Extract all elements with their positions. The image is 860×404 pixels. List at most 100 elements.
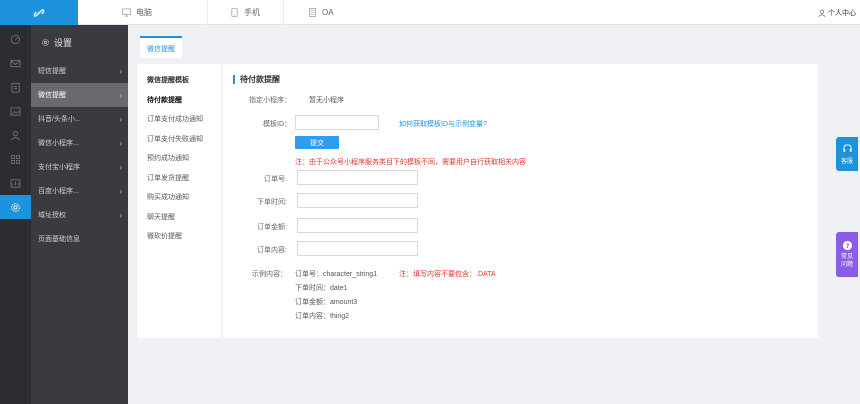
- chevron-right-icon: ›: [119, 138, 122, 148]
- gear-icon: [11, 202, 20, 212]
- sidebar-item-label: 域址授权: [38, 212, 66, 219]
- order-no-label: 订单号:: [264, 176, 287, 183]
- rail-analytics[interactable]: [0, 171, 31, 195]
- template-item[interactable]: 微砍价提醒: [137, 227, 221, 247]
- grid-icon: [11, 154, 20, 164]
- sidebar-header: 设置: [31, 25, 128, 59]
- sidebar-title: 设置: [54, 37, 73, 48]
- customer-service-button[interactable]: 客服: [836, 137, 858, 171]
- content-tabbar: 微信提醒: [140, 36, 182, 58]
- tab-oa[interactable]: OA: [284, 0, 364, 25]
- template-item[interactable]: 购买成功通知: [137, 188, 221, 208]
- user-center-link[interactable]: 个人中心: [818, 0, 856, 25]
- sidebar-item-domain-auth[interactable]: 域址授权 ›: [31, 203, 128, 227]
- example-line: 订单号：character_string1: [295, 271, 378, 278]
- clipboard-icon: [11, 82, 20, 92]
- sidebar-item-label: 短信提醒: [38, 68, 66, 75]
- sidebar-item-alipay-mini[interactable]: 支付宝小程序 ›: [31, 155, 128, 179]
- example-note: 注：填写内容不要包含：.DATA: [399, 271, 496, 278]
- sidebar-item-label: 百度小程序...: [38, 188, 79, 195]
- submit-button[interactable]: 提交: [295, 136, 339, 149]
- rail-mail[interactable]: [0, 51, 31, 75]
- template-id-help-link[interactable]: 如何获取模板ID与示例变量?: [399, 119, 487, 129]
- gauge-icon: [10, 34, 21, 44]
- tab-phone[interactable]: 手机: [208, 0, 284, 25]
- order-amount-label: 订单金额:: [257, 224, 287, 231]
- template-item[interactable]: 预约成功通知: [137, 149, 221, 169]
- chevron-right-icon: ›: [119, 66, 122, 76]
- sidebar-item-label: 微信提醒: [38, 92, 66, 99]
- chevron-right-icon: ›: [119, 114, 122, 124]
- mini-program-value: 暂无小程序: [309, 97, 344, 104]
- icon-rail: [0, 25, 31, 404]
- svg-text:?: ?: [845, 242, 849, 250]
- settings-sidebar: 设置 短信提醒 › 微信提醒 › 抖音/头条小... › 微信小程序... › 支付宝小…: [31, 25, 128, 404]
- rail-dashboard[interactable]: [0, 27, 31, 51]
- chevron-right-icon: ›: [119, 186, 122, 196]
- app-logo[interactable]: [0, 0, 78, 25]
- monitor-icon: [122, 8, 131, 17]
- sidebar-item-label: 抖音/头条小...: [38, 116, 81, 123]
- sidebar-item-douyin[interactable]: 抖音/头条小... ›: [31, 107, 128, 131]
- chevron-right-icon: ›: [119, 210, 122, 220]
- template-id-input[interactable]: [295, 115, 379, 130]
- template-item[interactable]: 订单支付成功通知: [137, 110, 221, 130]
- rail-settings[interactable]: [0, 195, 31, 219]
- template-id-label: 模板ID：: [263, 121, 291, 128]
- tab-phone-label: 手机: [244, 8, 260, 17]
- example-line: 下单时间：date1: [295, 285, 348, 292]
- rail-users[interactable]: [0, 123, 31, 147]
- tab-pc-label: 电脑: [136, 8, 152, 17]
- template-note: 注：由于公众号小程序服务类目下的模板不同，需要用户自行获取相关内容: [295, 159, 526, 166]
- link-logo-icon: [33, 8, 45, 17]
- customer-service-label: 客服: [840, 159, 853, 165]
- template-list-heading: 微信提醒模板: [147, 77, 189, 84]
- rail-orders[interactable]: [0, 75, 31, 99]
- chart-icon: [10, 178, 21, 188]
- faq-button[interactable]: ? 常见问题: [836, 232, 858, 277]
- rail-apps[interactable]: [0, 147, 31, 171]
- sidebar-item-sms[interactable]: 短信提醒 ›: [31, 59, 128, 83]
- mini-program-label: 指定小程序：: [249, 97, 291, 104]
- chevron-right-icon: ›: [119, 90, 122, 100]
- example-label: 示例内容：: [252, 271, 287, 278]
- order-time-label: 下单时间:: [257, 199, 287, 206]
- top-bar: 电脑 手机 OA 个人中心: [0, 0, 860, 25]
- headset-icon: [842, 144, 852, 152]
- tab-oa-label: OA: [322, 8, 334, 17]
- sidebar-item-label: 微信小程序...: [38, 140, 79, 147]
- example-line: 订单内容：thing2: [295, 313, 350, 320]
- sidebar-item-baidu-mini[interactable]: 百度小程序... ›: [31, 179, 128, 203]
- image-icon: [10, 106, 21, 116]
- tab-pc[interactable]: 电脑: [78, 0, 208, 25]
- sidebar-item-wechat[interactable]: 微信提醒 ›: [31, 83, 128, 107]
- order-amount-input[interactable]: [297, 218, 418, 233]
- document-icon: [308, 8, 317, 17]
- example-line: 订单金额：amount3: [295, 299, 358, 306]
- tab-wechat-reminder[interactable]: 微信提醒: [140, 36, 182, 58]
- user-icon: [818, 9, 826, 17]
- user-icon: [11, 130, 20, 140]
- sidebar-item-page-info[interactable]: 页面基础信息: [31, 227, 128, 251]
- template-item[interactable]: 待付款提醒: [137, 90, 221, 110]
- mail-icon: [10, 59, 21, 67]
- order-content-input[interactable]: [297, 241, 418, 256]
- chevron-right-icon: ›: [119, 162, 122, 172]
- form-title: 待付款提醒: [233, 75, 280, 84]
- faq-label: 常见问题: [840, 254, 853, 268]
- template-item[interactable]: 订单发货提醒: [137, 168, 221, 188]
- gear-icon: [41, 38, 50, 46]
- phone-icon: [231, 8, 238, 17]
- order-content-label: 订单内容:: [257, 247, 287, 254]
- question-icon: ?: [842, 240, 852, 251]
- sidebar-item-label: 页面基础信息: [38, 236, 80, 243]
- template-item[interactable]: 聊天提醒: [137, 207, 221, 227]
- reminder-form: 待付款提醒 指定小程序： 暂无小程序 模板ID： 如何获取模板ID与示例变量? …: [222, 64, 818, 338]
- rail-gallery[interactable]: [0, 99, 31, 123]
- sidebar-item-label: 支付宝小程序: [38, 164, 80, 171]
- sidebar-item-wechat-mini[interactable]: 微信小程序... ›: [31, 131, 128, 155]
- order-no-input[interactable]: [297, 170, 418, 185]
- order-time-input[interactable]: [297, 193, 418, 208]
- template-item[interactable]: 订单支付失败通知: [137, 129, 221, 149]
- user-center-label: 个人中心: [828, 9, 856, 17]
